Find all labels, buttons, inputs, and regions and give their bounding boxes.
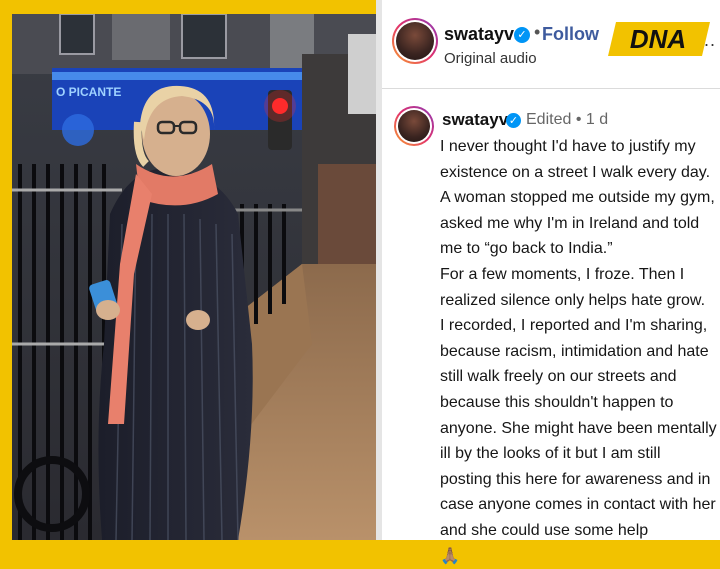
svg-text:DNA: DNA (630, 24, 686, 54)
caption-line: ill by the looks of it but I am still (440, 441, 712, 467)
caption-line: I recorded, I reported and I'm sharing, (440, 313, 712, 339)
window (60, 14, 94, 54)
more-horizontal-icon[interactable]: .. (704, 30, 716, 51)
caption-line: For a few moments, I froze. Then I (440, 262, 712, 288)
window (182, 14, 226, 58)
edited-meta: Edited • 1 d (526, 111, 608, 129)
audio-label[interactable]: Original audio (444, 50, 537, 67)
caption-line: realized silence only helps hate grow. (440, 288, 712, 314)
caption-line: because racism, intimidation and hate (440, 339, 712, 365)
post-panel: swatayva ✓ • Follow Original audio DNA .… (382, 0, 720, 540)
notice-board (112, 14, 170, 60)
caption-line: A woman stopped me outside my gym, (440, 185, 712, 211)
praying-hands-icon: 🙏🏽 (440, 544, 712, 569)
post-header: swatayva ✓ • Follow Original audio DNA .… (382, 0, 720, 89)
verified-badge-icon: ✓ (506, 113, 521, 128)
caption-line: still walk freely on our streets and (440, 364, 712, 390)
shop-sign: O PICANTE (56, 85, 121, 99)
video-frame[interactable]: O PICANTE (12, 14, 378, 540)
caption-line-last: and she could use some help 🙏🏽 (440, 518, 712, 569)
pole-sign (348, 34, 378, 114)
verified-badge-icon: ✓ (514, 27, 530, 43)
caption-line: I never thought I'd have to justify my (440, 134, 712, 160)
street-scene: O PICANTE (12, 14, 378, 540)
caption-line: posting this here for awareness and in (440, 467, 712, 493)
caption-line: me to “go back to India.” (440, 236, 712, 262)
dna-logo: DNA (608, 22, 710, 56)
edited-label: Edited (526, 111, 571, 128)
caption-line: existence on a street I walk every day. (440, 160, 712, 186)
caption-line: case anyone comes in contact with her (440, 492, 712, 518)
avatar[interactable] (396, 22, 434, 60)
header-username[interactable]: swatayva (444, 24, 524, 45)
separator-dot: • (534, 22, 540, 43)
caption-line: because this shouldn't happen to (440, 390, 712, 416)
caption-line: anyone. She might have been mentally (440, 416, 712, 442)
post-caption: I never thought I'd have to justify my e… (440, 134, 712, 569)
post-time: 1 d (586, 111, 608, 128)
caption-avatar[interactable] (398, 110, 430, 142)
follow-button[interactable]: Follow (542, 24, 599, 45)
caption-line: asked me why I'm in Ireland and told (440, 211, 712, 237)
